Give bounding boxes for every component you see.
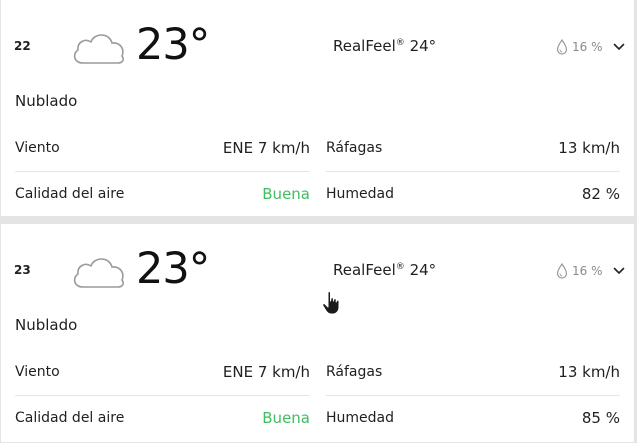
humidity-value: 85 % <box>581 409 620 427</box>
air-quality-value[interactable]: Buena <box>262 185 310 203</box>
air-quality-label: Calidad del aire <box>15 410 125 426</box>
gusts-label: Ráfagas <box>326 140 383 156</box>
humidity-label: Humedad <box>326 186 395 202</box>
realfeel-value: 24° <box>409 261 437 279</box>
weather-phrase: Nublado <box>15 92 78 110</box>
chevron-down-icon[interactable] <box>613 267 625 275</box>
divider <box>326 171 620 172</box>
realfeel-mark: ® <box>395 38 405 48</box>
wind-value: ENE 7 km/h <box>222 363 310 381</box>
hand-cursor-icon <box>322 291 340 315</box>
wind-value: ENE 7 km/h <box>222 139 310 157</box>
hour-label: 22 <box>14 39 31 53</box>
air-quality-row: Calidad del aire Buena <box>15 408 310 428</box>
gusts-label: Ráfagas <box>326 364 383 380</box>
gusts-value: 13 km/h <box>558 139 620 157</box>
water-drop-icon <box>556 263 568 279</box>
precipitation-value: 16 % <box>572 40 603 54</box>
chevron-down-icon[interactable] <box>613 43 625 51</box>
precipitation[interactable]: 16 % <box>556 261 625 281</box>
hourly-forecast-list: 22 23° RealFeel® 24° 16 % Nublado Viento… <box>0 0 637 443</box>
wind-row: Viento ENE 7 km/h <box>15 138 310 158</box>
wind-label: Viento <box>15 364 60 380</box>
air-quality-label: Calidad del aire <box>15 186 125 202</box>
realfeel-label: RealFeel <box>333 261 396 279</box>
realfeel: RealFeel® 24° <box>333 37 436 55</box>
divider <box>326 395 620 396</box>
realfeel-label: RealFeel <box>333 37 396 55</box>
air-quality-row: Calidad del aire Buena <box>15 184 310 204</box>
humidity-row: Humedad 85 % <box>326 408 620 428</box>
gusts-row: Ráfagas 13 km/h <box>326 362 620 382</box>
divider <box>15 171 310 172</box>
realfeel-mark: ® <box>395 262 405 272</box>
realfeel-value: 24° <box>409 37 437 55</box>
weather-phrase: Nublado <box>15 316 78 334</box>
wind-label: Viento <box>15 140 60 156</box>
humidity-row: Humedad 82 % <box>326 184 620 204</box>
divider <box>15 395 310 396</box>
temperature: 23° <box>136 244 210 294</box>
air-quality-value[interactable]: Buena <box>262 409 310 427</box>
temperature: 23° <box>136 20 210 70</box>
hourly-forecast-card[interactable]: 22 23° RealFeel® 24° 16 % Nublado Viento… <box>1 0 634 216</box>
humidity-value: 82 % <box>581 185 620 203</box>
gusts-value: 13 km/h <box>558 363 620 381</box>
hourly-forecast-card[interactable]: 23 23° RealFeel® 24° 16 % Nublado Viento… <box>1 224 634 442</box>
water-drop-icon <box>556 39 568 55</box>
cloud-icon <box>73 258 125 288</box>
precipitation-value: 16 % <box>572 264 603 278</box>
gusts-row: Ráfagas 13 km/h <box>326 138 620 158</box>
hour-label: 23 <box>14 263 31 277</box>
humidity-label: Humedad <box>326 410 395 426</box>
precipitation[interactable]: 16 % <box>556 37 625 57</box>
wind-row: Viento ENE 7 km/h <box>15 362 310 382</box>
realfeel: RealFeel® 24° <box>333 261 436 279</box>
cloud-icon <box>73 34 125 64</box>
